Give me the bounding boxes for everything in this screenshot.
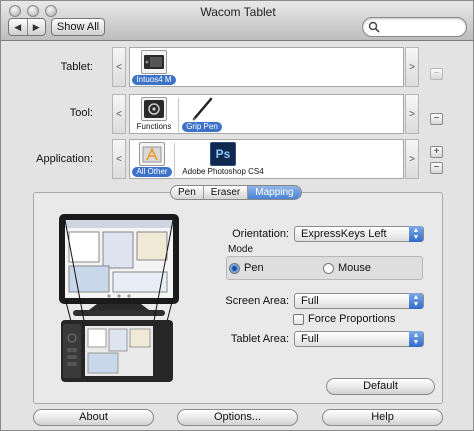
application-item-photoshop[interactable]: Ps Adobe Photoshop CS4 bbox=[180, 142, 266, 178]
tool-item-grip-pen[interactable]: Grip Pen bbox=[182, 97, 222, 133]
tablet-list: Intuos4 M bbox=[129, 47, 404, 87]
checkbox-icon bbox=[293, 313, 304, 325]
screen-area-value: Full bbox=[301, 295, 319, 307]
radio-unselected-icon bbox=[323, 262, 334, 274]
search-input[interactable] bbox=[383, 20, 461, 34]
mapping-illustration bbox=[59, 214, 179, 382]
applications-folder-icon bbox=[139, 142, 165, 166]
mode-mouse-radio[interactable]: Mouse bbox=[323, 262, 371, 274]
force-proportions-checkbox[interactable]: Force Proportions bbox=[293, 313, 395, 325]
tablet-area-value: Full bbox=[301, 333, 319, 345]
orientation-value: ExpressKeys Left bbox=[301, 228, 387, 240]
tool-item-label: Grip Pen bbox=[182, 122, 222, 132]
remove-tablet-button[interactable]: − bbox=[430, 68, 443, 80]
tablet-scroll-right[interactable]: > bbox=[405, 47, 419, 87]
mode-label: Mode bbox=[228, 244, 254, 255]
photoshop-icon-text: Ps bbox=[215, 147, 231, 161]
tablet-scroll-left[interactable]: < bbox=[112, 47, 126, 87]
orientation-popup[interactable]: ExpressKeys Left ▲ ▼ bbox=[294, 226, 424, 242]
application-scroll-right[interactable]: > bbox=[405, 139, 419, 179]
back-button[interactable]: ◀ bbox=[9, 19, 27, 35]
tool-list: Functions Grip Pen bbox=[129, 94, 404, 134]
popup-arrows-icon: ▲ ▼ bbox=[409, 331, 423, 347]
forward-button[interactable]: ▶ bbox=[26, 19, 46, 35]
about-button[interactable]: About bbox=[33, 409, 154, 426]
tablet-area-label: Tablet Area: bbox=[230, 333, 289, 345]
tool-scroll-left[interactable]: < bbox=[112, 94, 126, 134]
screen-area-label: Screen Area: bbox=[225, 295, 289, 307]
tool-item-label: Functions bbox=[136, 122, 172, 131]
search-icon bbox=[368, 21, 380, 33]
application-scroll-left[interactable]: < bbox=[112, 139, 126, 179]
popup-arrows-icon: ▲ ▼ bbox=[409, 293, 423, 309]
radio-selected-icon bbox=[229, 262, 240, 274]
popup-arrows-icon: ▲ ▼ bbox=[409, 226, 423, 242]
tool-row-label: Tool: bbox=[69, 107, 93, 119]
tool-item-functions[interactable]: Functions bbox=[134, 97, 174, 133]
options-button[interactable]: Options... bbox=[177, 409, 298, 426]
back-forward-group: ◀ ▶ bbox=[8, 18, 46, 36]
tab-mapping[interactable]: Mapping bbox=[248, 186, 301, 199]
title-bar: Wacom Tablet ◀ ▶ Show All bbox=[1, 1, 473, 41]
application-list: All Other Ps Adobe Photoshop CS4 bbox=[129, 139, 404, 179]
tablet-item-label: Intuos4 M bbox=[132, 75, 176, 85]
application-item-label: All Other bbox=[132, 167, 172, 177]
mode-pen-label: Pen bbox=[244, 262, 264, 274]
functions-icon bbox=[141, 97, 167, 121]
tablet-device-icon bbox=[141, 50, 167, 74]
mode-mouse-label: Mouse bbox=[338, 262, 372, 274]
tablet-item-intuos4m[interactable]: Intuos4 M bbox=[132, 50, 176, 86]
help-button[interactable]: Help bbox=[322, 409, 443, 426]
remove-application-button[interactable]: − bbox=[430, 162, 443, 174]
show-all-button[interactable]: Show All bbox=[51, 18, 105, 36]
orientation-label: Orientation: bbox=[232, 228, 289, 240]
wacom-tablet-window: Wacom Tablet ◀ ▶ Show All Tablet: < Intu… bbox=[0, 0, 474, 431]
tool-scroll-right[interactable]: > bbox=[405, 94, 419, 134]
add-application-button[interactable]: + bbox=[430, 146, 443, 158]
screen-area-popup[interactable]: Full ▲ ▼ bbox=[294, 293, 424, 309]
tab-eraser[interactable]: Eraser bbox=[204, 186, 249, 199]
force-proportions-label: Force Proportions bbox=[308, 313, 396, 325]
mode-pen-radio[interactable]: Pen bbox=[229, 262, 264, 274]
default-button[interactable]: Default bbox=[326, 378, 435, 395]
tablet-area-popup[interactable]: Full ▲ ▼ bbox=[294, 331, 424, 347]
tool-divider bbox=[178, 98, 179, 132]
application-divider bbox=[174, 143, 175, 177]
tab-pen[interactable]: Pen bbox=[171, 186, 204, 199]
settings-tabs: Pen Eraser Mapping bbox=[170, 185, 302, 200]
photoshop-icon: Ps bbox=[210, 142, 236, 166]
remove-tool-button[interactable]: − bbox=[430, 113, 443, 125]
search-field[interactable] bbox=[362, 17, 467, 37]
pen-icon bbox=[189, 97, 215, 121]
application-item-label: Adobe Photoshop CS4 bbox=[182, 167, 264, 176]
application-row-label: Application: bbox=[36, 153, 93, 165]
application-item-all-other[interactable]: All Other bbox=[132, 142, 172, 178]
tablet-row-label: Tablet: bbox=[60, 61, 93, 73]
